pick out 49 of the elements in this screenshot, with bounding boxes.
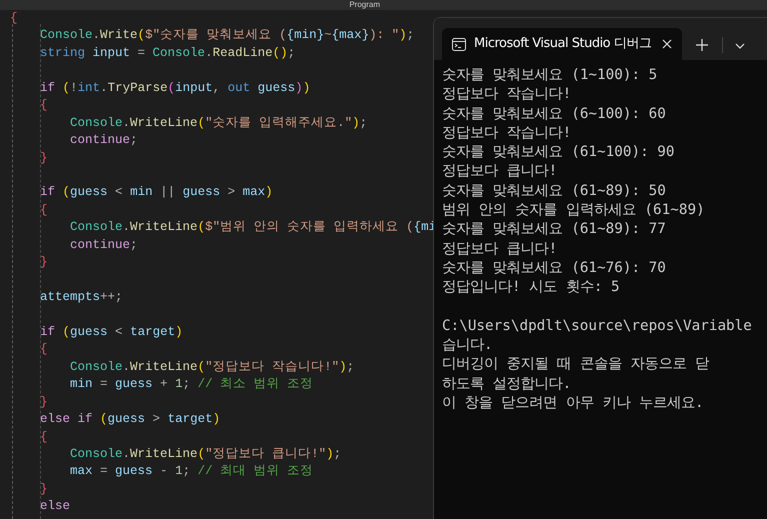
- console-output-line: 숫자를 맞춰보세요 (6~100): 60: [442, 106, 666, 122]
- document-tab[interactable]: Program: [349, 0, 380, 10]
- console-output-line: C:\Users\dpdlt\source\repos\Variable: [442, 318, 752, 334]
- code-line: }: [39, 255, 48, 270]
- code-line: continue;: [69, 133, 138, 148]
- code-line: Console.Write($"숫자를 맞춰보세요 ({min}~{max}): ");: [39, 28, 414, 42]
- console-output-line: 숫자를 맞춰보세요 (61~89): 50: [442, 182, 666, 199]
- code-line: {: [39, 98, 48, 112]
- code-line: if (guess < target): [39, 324, 183, 339]
- code-line: continue;: [69, 238, 138, 252]
- console-output-line: 숫자를 맞춰보세요 (61~89): 77: [442, 221, 666, 238]
- code-line: Console.WriteLine("정답보다 작습니다!");: [69, 360, 354, 374]
- code-line: {: [39, 430, 48, 444]
- console-output-line: 정답보다 큽니다!: [442, 163, 558, 180]
- code-line: Console.WriteLine("숫자를 입력해주세요.");: [69, 116, 368, 130]
- console-output-line: 디버깅이 중지될 때 콘솔을 자동으로 닫: [442, 356, 710, 372]
- code-line: Console.WriteLine("정답보다 큽니다!");: [69, 446, 342, 461]
- code-line: else if (guess > target): [39, 412, 220, 426]
- console-output-line: 숫자를 맞춰보세요 (61~100): 90: [442, 144, 675, 160]
- console-output-line: 숫자를 맞춰보세요 (1~100): 5: [442, 67, 658, 83]
- code-line: }: [39, 394, 48, 409]
- code-line: {: [39, 342, 48, 356]
- console-output-line: 범위 안의 숫자를 입력하세요 (61~89): [442, 202, 705, 218]
- code-line: else: [39, 499, 70, 514]
- code-line: Console.WriteLine($"범위 안의 숫자를 입력하세요 ({mi: [69, 220, 436, 234]
- code-line: {: [10, 11, 18, 25]
- code-line: max = guess - 1; // 최대 범위 조정: [69, 464, 314, 478]
- code-line: {: [39, 202, 48, 217]
- console-output-line: 습니다.: [442, 337, 493, 354]
- code-line: if (!int.TryParse(input, out guess)): [39, 80, 310, 95]
- console-output-line: 하도록 설정합니다.: [442, 376, 572, 392]
- code-line: string input = Console.ReadLine();: [39, 46, 296, 60]
- console-output-line: 정답보다 큽니다!: [442, 240, 558, 257]
- console-output-line: 정답입니다! 시도 횟수: 5: [442, 279, 620, 296]
- code-line: }: [39, 482, 48, 496]
- code-line: if (guess < min || guess > max): [39, 185, 273, 200]
- terminal-tab[interactable]: Microsoft Visual Studio 디버그: [442, 28, 682, 60]
- code-line: min = guess + 1; // 최소 범위 조정: [69, 377, 314, 392]
- console-output-line: 이 창을 닫으려면 아무 키나 누르세요.: [442, 395, 704, 412]
- console-output-line: 정답보다 작습니다!: [442, 86, 572, 102]
- close-icon[interactable]: [662, 39, 672, 49]
- tab-title: Microsoft Visual Studio 디버그: [474, 35, 652, 54]
- code-line: }: [39, 150, 48, 164]
- console-output-line: 숫자를 맞춰보세요 (61~76): 70: [442, 260, 666, 276]
- plus-icon[interactable]: [696, 39, 708, 51]
- console-icon: [452, 38, 466, 50]
- code-line: attempts++;: [39, 290, 123, 304]
- chevron-down-icon[interactable]: [735, 43, 745, 49]
- console-output-line: 정답보다 작습니다!: [442, 124, 572, 141]
